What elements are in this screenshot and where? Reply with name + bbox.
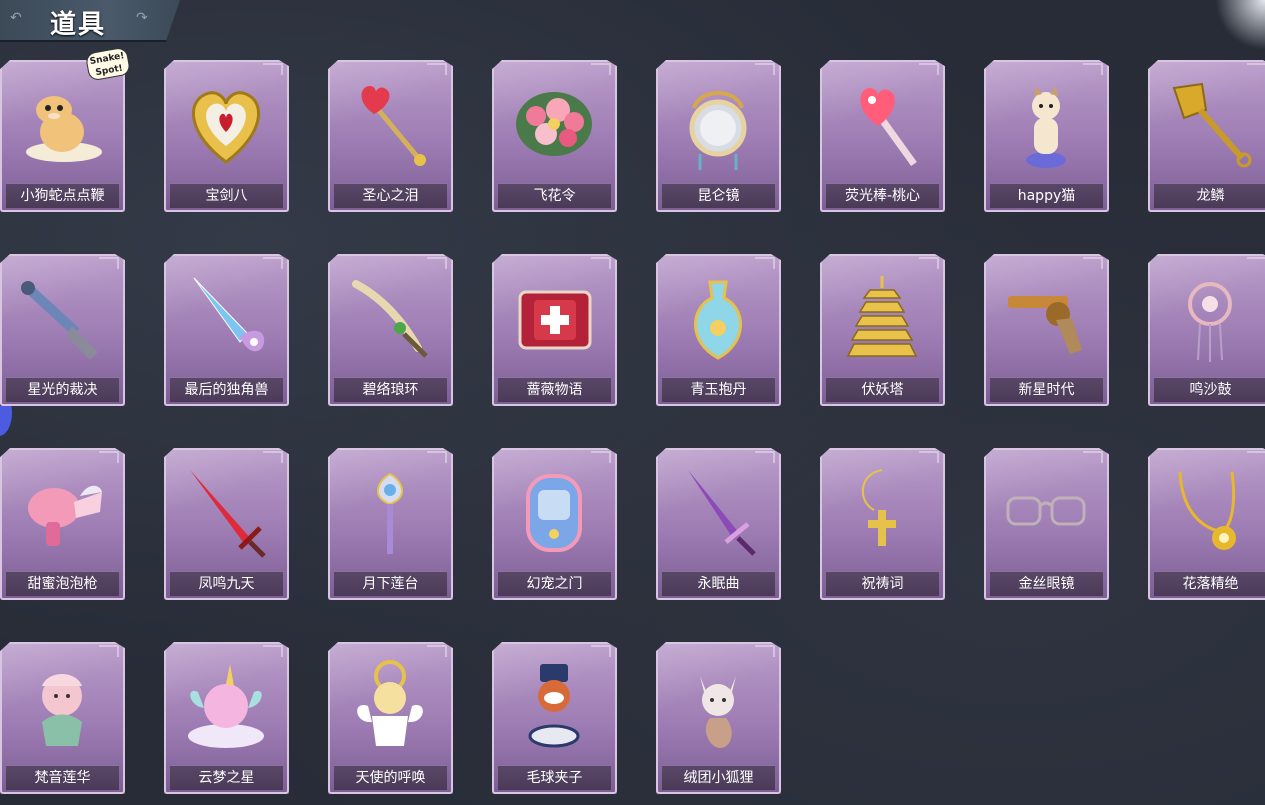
item-card[interactable]: 碧络琅环 [328,254,453,406]
blunderbuss-icon [14,268,111,368]
item-card[interactable]: 小狗蛇点点鞭 Snake! Spot! [0,46,132,212]
item-card[interactable]: 蔷薇物语 [492,254,617,406]
heart-shield-icon [178,74,275,174]
item-card[interactable]: 花落精绝 [1148,448,1265,600]
item-card[interactable]: 昆仑镜 [656,60,781,212]
item-card[interactable]: 永眠曲 [656,448,781,600]
item-card[interactable]: 宝剑八 [164,60,289,212]
ornament-left-icon: ↶ [10,10,22,26]
item-label: 毛球夹子 [498,765,611,790]
item-label: 云梦之星 [170,765,283,790]
pagoda-icon [834,268,931,368]
item-card[interactable]: 飞花令 [492,60,617,212]
item-card[interactable]: 龙鳞 [1148,60,1265,212]
glasses-icon [998,462,1095,562]
item-card[interactable]: 金丝眼镜 [984,448,1109,600]
medkit-icon [506,268,603,368]
item-label: 小狗蛇点点鞭 [6,183,119,208]
item-label: 永眠曲 [662,571,775,596]
snake-plush-icon [14,74,111,174]
bubble-gun-icon [14,462,111,562]
lotus-scepter-icon [342,462,439,562]
dreamcatcher-icon [1162,268,1259,368]
item-label: 飞花令 [498,183,611,208]
item-label: 鸣沙鼓 [1154,377,1265,402]
page-title: 道具 [50,10,107,40]
item-label: 宝剑八 [170,183,283,208]
item-card[interactable]: 梵音莲华 [0,642,125,794]
flower-bouquet-icon [506,74,603,174]
curved-blade-icon [342,268,439,368]
item-card[interactable]: 月下莲台 [328,448,453,600]
item-label: 碧络琅环 [334,377,447,402]
item-card[interactable]: happy猫 [984,60,1109,212]
item-card[interactable]: 云梦之星 [164,642,289,794]
item-label: 幻宠之门 [498,571,611,596]
item-label: 天使的呼唤 [334,765,447,790]
pet-device-icon [506,462,603,562]
item-card[interactable]: 鸣沙鼓 [1148,254,1265,406]
item-label: 甜蜜泡泡枪 [6,571,119,596]
item-label: 星光的裁决 [6,377,119,402]
lotus-doll-icon [14,656,111,756]
item-label: 圣心之泪 [334,183,447,208]
angel-doll-icon [342,656,439,756]
item-card[interactable]: 伏妖塔 [820,254,945,406]
item-label: 凤鸣九天 [170,571,283,596]
item-label: 新星时代 [990,377,1103,402]
item-card[interactable]: 绒团小狐狸 [656,642,781,794]
item-card[interactable]: 凤鸣九天 [164,448,289,600]
item-card[interactable]: 圣心之泪 [328,60,453,212]
item-card[interactable]: 幻宠之门 [492,448,617,600]
item-label: 龙鳞 [1154,183,1265,208]
item-label: 花落精绝 [1154,571,1265,596]
heart-scepter-icon [342,74,439,174]
unicorn-horn-icon [178,268,275,368]
red-sword-icon [178,462,275,562]
item-label: 梵音莲华 [6,765,119,790]
item-label: 最后的独角兽 [170,377,283,402]
item-label: 荧光棒-桃心 [826,183,939,208]
item-card[interactable]: 毛球夹子 [492,642,617,794]
unicorn-cloud-icon [178,656,275,756]
cross-necklace-icon [834,462,931,562]
item-card[interactable]: 甜蜜泡泡枪 [0,448,125,600]
revolver-icon [998,268,1095,368]
raccoon-drummer-icon [506,656,603,756]
white-fox-icon [670,656,767,756]
item-card[interactable]: 新星时代 [984,254,1109,406]
jade-vase-icon [670,268,767,368]
title-bar: ↶ 道具 ↷ [0,0,180,42]
flower-necklace-icon [1162,462,1259,562]
item-label: 青玉抱丹 [662,377,775,402]
glow-wand-icon [834,74,931,174]
item-label: 蔷薇物语 [498,377,611,402]
dancing-cat-icon [998,74,1095,174]
ornament-right-icon: ↷ [136,10,148,26]
item-card[interactable]: 荧光棒-桃心 [820,60,945,212]
ornate-mirror-icon [670,74,767,174]
item-label: 金丝眼镜 [990,571,1103,596]
violet-sword-icon [670,462,767,562]
item-label: 月下莲台 [334,571,447,596]
item-label: 伏妖塔 [826,377,939,402]
item-card[interactable]: 天使的呼唤 [328,642,453,794]
item-label: 昆仑镜 [662,183,775,208]
golden-shovel-icon [1162,74,1259,174]
item-label: 祝祷词 [826,571,939,596]
item-label: 绒团小狐狸 [662,765,775,790]
item-card[interactable]: 青玉抱丹 [656,254,781,406]
item-card[interactable]: 祝祷词 [820,448,945,600]
item-card[interactable]: 星光的裁决 [0,254,125,406]
item-card[interactable]: 最后的独角兽 [164,254,289,406]
corner-flare [1215,0,1265,50]
item-label: happy猫 [990,183,1103,208]
